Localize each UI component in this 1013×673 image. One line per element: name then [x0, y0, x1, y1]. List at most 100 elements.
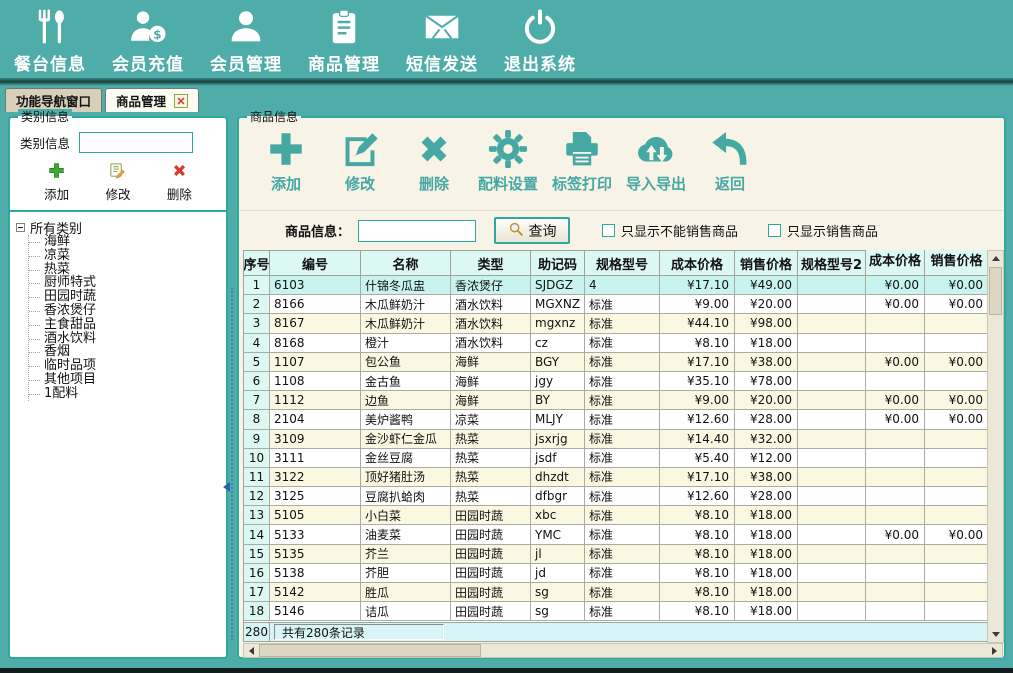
toolbar-button-label: 配料设置 — [478, 173, 538, 194]
category-delete-button[interactable]: 删除 — [167, 162, 192, 203]
horizontal-scrollbar[interactable] — [243, 643, 1003, 658]
cell — [798, 276, 866, 295]
scroll-down-button[interactable] — [988, 627, 1003, 642]
table-row[interactable]: 135105小白菜田园时蔬xbc标准¥8.10¥18.00 — [244, 506, 988, 525]
table-row[interactable]: 165138芥胆田园时蔬jd标准¥8.10¥18.00 — [244, 564, 988, 583]
table-row[interactable]: 82104美炉酱鸭凉菜MLJY标准¥12.60¥28.00¥0.00¥0.00 — [244, 410, 988, 429]
scroll-up-button[interactable] — [988, 251, 1003, 266]
table-row[interactable]: 123125豆腐扒蛤肉热菜dfbgr标准¥12.60¥28.00 — [244, 487, 988, 506]
cell — [925, 564, 988, 583]
horizontal-scroll-thumb[interactable] — [259, 644, 481, 657]
column-header-7[interactable]: 成本价格 — [660, 250, 735, 276]
table-row[interactable]: 185146诘瓜田园时蔬sg标准¥8.10¥18.00 — [244, 602, 988, 621]
product-management-icon — [324, 7, 364, 47]
product-toolbar-ingredients-button[interactable]: 配料设置 — [471, 128, 545, 208]
table-row[interactable]: 103111金丝豆腐热菜jsdf标准¥5.40¥12.00 — [244, 449, 988, 468]
toolbar-item-product-management[interactable]: 商品管理 — [304, 7, 384, 75]
cell: ¥8.10 — [660, 583, 735, 602]
table-row[interactable]: 51107包公鱼海鲜BGY标准¥17.10¥38.00¥0.00¥0.00 — [244, 353, 988, 372]
toolbar-item-member-management[interactable]: 会员管理 — [206, 7, 286, 75]
column-header-4[interactable]: 类型 — [451, 250, 531, 276]
tree-item-9[interactable]: 香烟 — [29, 345, 222, 359]
table-row[interactable]: 113122顶好猪肚汤热菜dhzdt标准¥17.10¥38.00 — [244, 468, 988, 487]
cell — [866, 314, 925, 333]
vertical-scroll-thumb[interactable] — [989, 267, 1002, 315]
query-button[interactable]: 查询 — [494, 217, 570, 244]
table-row[interactable]: 155135芥兰田园时蔬jl标准¥8.10¥18.00 — [244, 545, 988, 564]
category-input[interactable] — [79, 132, 193, 153]
product-toolbar-add-button[interactable]: 添加 — [249, 128, 323, 208]
table-row[interactable]: 16103什锦冬瓜盅香浓煲仔SJDGZ4¥17.10¥49.00¥0.00¥0.… — [244, 276, 988, 295]
product-panel: 商品信息 添加修改删除配料设置标签打印导入导出返回 商品信息： 查询 只显示不能… — [237, 116, 1006, 659]
tree-item-3[interactable]: 热菜 — [29, 263, 222, 277]
cell: jd — [531, 564, 585, 583]
product-toolbar-label-print-button[interactable]: 标签打印 — [545, 128, 619, 208]
cell — [798, 314, 866, 333]
cell — [866, 583, 925, 602]
cell — [798, 506, 866, 525]
table-row[interactable]: 93109金沙虾仁金瓜热菜jsxrjg标准¥14.40¥32.00 — [244, 430, 988, 449]
scroll-right-button[interactable] — [987, 644, 1002, 657]
column-header-9[interactable]: 规格型号2 — [798, 250, 866, 276]
panel-splitter[interactable] — [231, 288, 233, 640]
table-row[interactable]: 61108金古鱼海鲜jgy标准¥35.10¥78.00 — [244, 372, 988, 391]
product-toolbar-delete-button[interactable]: 删除 — [397, 128, 471, 208]
tab-product-management[interactable]: 商品管理 — [105, 88, 199, 112]
category-field-row: 类别信息 — [20, 132, 218, 153]
toolbar-item-sms-send[interactable]: 短信发送 — [402, 7, 482, 75]
tree-collapse-icon[interactable] — [16, 223, 25, 232]
toolbar-item-exit-system[interactable]: 退出系统 — [500, 7, 580, 75]
cell: 海鲜 — [451, 353, 531, 372]
table-row[interactable]: 145133油麦菜田园时蔬YMC标准¥8.10¥18.00¥0.00¥0.00 — [244, 525, 988, 544]
column-header-1[interactable]: 序号 — [244, 250, 270, 276]
cell — [925, 334, 988, 353]
splitter-collapse-icon[interactable] — [223, 482, 230, 492]
cell: 8168 — [270, 334, 361, 353]
tree-item-4[interactable]: 厨师特式 — [29, 276, 222, 290]
checkbox-icon[interactable] — [602, 224, 615, 237]
column-header-2[interactable]: 编号 — [270, 250, 361, 276]
tree-item-7[interactable]: 主食甜品 — [29, 318, 222, 332]
cell — [925, 602, 988, 621]
table-row[interactable]: 38167木瓜鲜奶汁酒水饮料mgxnz标准¥44.10¥98.00 — [244, 314, 988, 333]
table-row[interactable]: 28166木瓜鲜奶汁酒水饮料MGXNZ标准¥9.00¥20.00¥0.00¥0.… — [244, 295, 988, 314]
table-row[interactable]: 48168橙汁酒水饮料cz标准¥8.10¥18.00 — [244, 334, 988, 353]
tree-item-10[interactable]: 临时品项 — [29, 359, 222, 373]
scroll-left-button[interactable] — [244, 644, 259, 657]
tree-root-all-categories[interactable]: 所有类别 — [16, 219, 222, 235]
cell: ¥0.00 — [925, 525, 988, 544]
column-header-10[interactable]: 成本价格 — [866, 250, 925, 276]
tree-item-5[interactable]: 田园时蔬 — [29, 290, 222, 304]
category-modify-button[interactable]: 修改 — [105, 162, 130, 203]
tree-item-1[interactable]: 海鲜 — [29, 235, 222, 249]
column-header-6[interactable]: 规格型号 — [585, 250, 660, 276]
filter-sellable-checkbox[interactable]: 只显示销售商品 — [768, 221, 878, 240]
cell — [925, 487, 988, 506]
product-search-input[interactable] — [358, 220, 476, 242]
tree-item-8[interactable]: 酒水饮料 — [29, 332, 222, 346]
column-header-3[interactable]: 名称 — [361, 250, 451, 276]
cell: 油麦菜 — [361, 525, 451, 544]
cell: 芥兰 — [361, 545, 451, 564]
vertical-scrollbar[interactable] — [987, 250, 1004, 643]
tree-item-6[interactable]: 香浓煲仔 — [29, 304, 222, 318]
product-toolbar-modify-button[interactable]: 修改 — [323, 128, 397, 208]
column-header-8[interactable]: 销售价格 — [735, 250, 798, 276]
table-row[interactable]: 175142胜瓜田园时蔬sg标准¥8.10¥18.00 — [244, 583, 988, 602]
close-tab-icon[interactable] — [174, 94, 188, 108]
cell — [866, 334, 925, 353]
plus-icon — [48, 162, 65, 182]
tree-item-2[interactable]: 凉菜 — [29, 249, 222, 263]
product-toolbar-back-button[interactable]: 返回 — [693, 128, 767, 208]
tree-item-11[interactable]: 其他项目 — [29, 373, 222, 387]
toolbar-item-member-recharge[interactable]: $会员充值 — [108, 7, 188, 75]
checkbox-icon[interactable] — [768, 224, 781, 237]
column-header-11[interactable]: 销售价格 — [925, 250, 988, 276]
toolbar-item-table-info[interactable]: 餐台信息 — [10, 7, 90, 75]
filter-unsellable-checkbox[interactable]: 只显示不能销售商品 — [602, 221, 738, 240]
product-toolbar-import-export-button[interactable]: 导入导出 — [619, 128, 693, 208]
column-header-5[interactable]: 助记码 — [531, 250, 585, 276]
table-row[interactable]: 71112边鱼海鲜BY标准¥9.00¥20.00¥0.00¥0.00 — [244, 391, 988, 410]
category-add-button[interactable]: 添加 — [44, 162, 69, 203]
tree-item-12[interactable]: 1配料 — [29, 387, 222, 401]
